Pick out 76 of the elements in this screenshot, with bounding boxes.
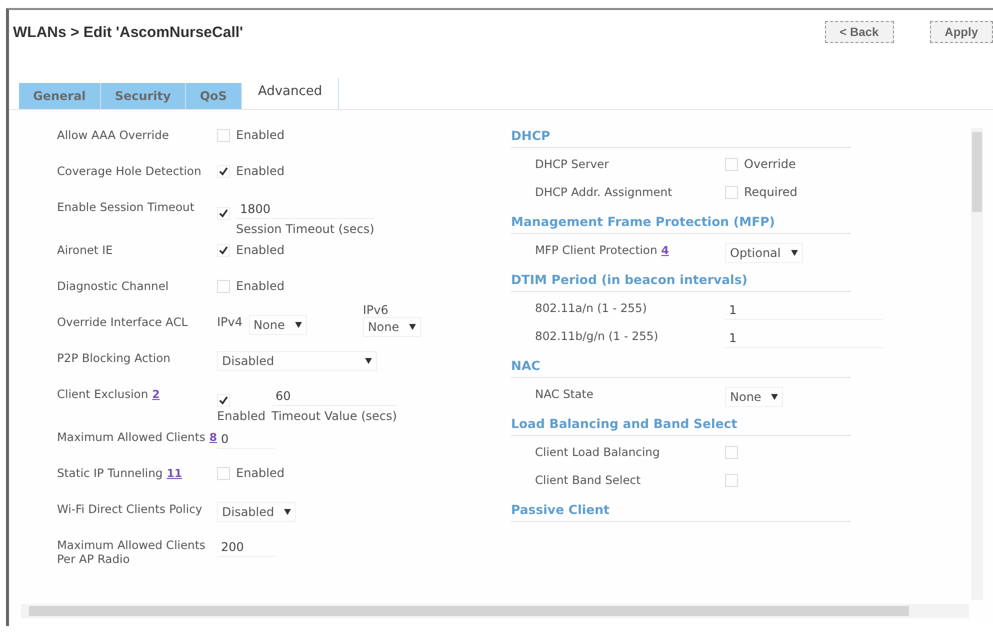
checkbox[interactable] (725, 446, 738, 459)
caret-icon (771, 394, 778, 400)
input-field[interactable]: 1 (725, 329, 883, 348)
vertical-scrollbar[interactable] (971, 128, 983, 600)
input-field[interactable]: 200 (217, 538, 275, 557)
checkbox-label: Required (744, 185, 798, 199)
field-label: Static IP Tunneling (57, 466, 163, 480)
checkbox[interactable] (217, 244, 230, 257)
help-link[interactable]: 8 (209, 431, 217, 444)
checkbox-label: Enabled (236, 466, 284, 480)
field-label: Client Exclusion (57, 387, 148, 401)
field-caption: Timeout Value (secs) (272, 409, 397, 423)
page-title: WLANs > Edit 'AscomNurseCall' (13, 24, 244, 40)
caret-icon (409, 324, 416, 330)
caret-icon (294, 322, 302, 328)
dropdown[interactable]: Disabled (217, 351, 377, 371)
checkbox[interactable] (217, 467, 230, 480)
caret-icon (790, 250, 798, 256)
field-caption: Session Timeout (secs) (236, 222, 374, 236)
checkbox[interactable] (217, 207, 230, 220)
caret-icon (284, 509, 292, 515)
field-label: Enable Session Timeout (57, 200, 194, 214)
input-field[interactable]: 0 (217, 430, 275, 449)
section-title: Management Frame Protection (MFP) (511, 214, 851, 234)
dropdown[interactable]: None (725, 387, 784, 407)
field-label: 802.11a/n (1 - 255) (535, 301, 647, 315)
section-title: Load Balancing and Band Select (511, 416, 851, 436)
ipv6-label: IPv6 (362, 303, 388, 317)
checkbox[interactable] (217, 394, 230, 407)
acl-dropdown[interactable]: None (248, 315, 307, 335)
field-label: DHCP Addr. Assignment (535, 185, 672, 199)
ipv4-label: IPv4 (217, 315, 243, 329)
checkbox[interactable] (725, 186, 738, 199)
dropdown[interactable]: Optional (725, 243, 803, 263)
checkbox-label: Enabled (236, 128, 284, 142)
checkbox-label: Override (744, 157, 796, 171)
field-label: Diagnostic Channel (57, 279, 169, 293)
input-field[interactable]: 1 (725, 301, 883, 320)
section-title: DHCP (511, 128, 851, 148)
header-button[interactable]: Apply (930, 21, 993, 43)
input-field[interactable]: 60 (272, 387, 397, 406)
section-title: NAC (511, 358, 851, 378)
field-label: Override Interface ACL (57, 315, 188, 329)
header-button[interactable]: < Back (824, 21, 894, 43)
checkbox[interactable] (217, 129, 230, 142)
field-label: Wi-Fi Direct Clients Policy (57, 502, 202, 516)
field-label: Coverage Hole Detection (57, 164, 202, 178)
field-label: Aironet IE (57, 243, 113, 257)
acl-dropdown[interactable]: None (362, 317, 422, 337)
section-title: Passive Client (511, 502, 851, 522)
field-label: Maximum Allowed Clients (57, 430, 206, 444)
field-label: DHCP Server (535, 157, 609, 171)
checkbox[interactable] (217, 165, 230, 178)
help-link[interactable]: 2 (152, 388, 160, 401)
section-title: DTIM Period (in beacon intervals) (511, 272, 851, 292)
field-label: 802.11b/g/n (1 - 255) (535, 329, 658, 343)
caret-icon (365, 358, 372, 364)
field-label: NAC State (535, 387, 594, 401)
field-label: P2P Blocking Action (57, 351, 170, 365)
checkbox-label: Enabled (236, 243, 284, 257)
dropdown[interactable]: Disabled (217, 502, 296, 522)
input-field[interactable]: 1800 (236, 200, 374, 219)
field-label: MFP Client Protection (535, 243, 658, 257)
horizontal-scrollbar[interactable] (21, 604, 969, 618)
checkbox[interactable] (725, 474, 738, 487)
field-label: Client Band Select (535, 473, 641, 487)
checkbox-label: Enabled (236, 164, 284, 178)
checkbox[interactable] (217, 280, 230, 293)
field-label: Client Load Balancing (535, 445, 660, 459)
help-link[interactable]: 4 (661, 244, 669, 257)
field-label: Allow AAA Override (57, 128, 170, 142)
checkbox[interactable] (725, 158, 738, 171)
field-label: Maximum Allowed Clients Per AP Radio (57, 538, 206, 566)
checkbox-label: Enabled (236, 279, 284, 293)
help-link[interactable]: 11 (166, 467, 182, 480)
checkbox-label: Enabled (217, 409, 266, 423)
